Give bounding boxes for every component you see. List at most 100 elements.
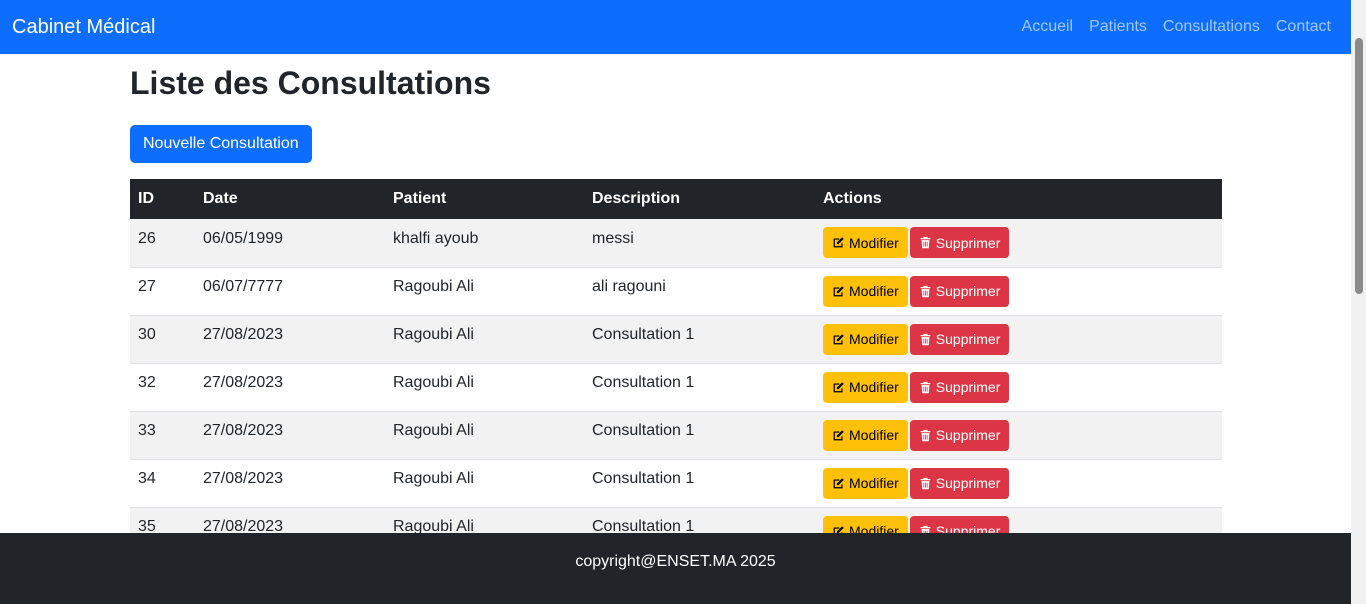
cell-patient-text: Ragoubi Ali	[393, 374, 474, 391]
edit-button-label: Modifier	[849, 283, 899, 299]
delete-button[interactable]: Supprimer	[909, 419, 1010, 451]
edit-button-label: Modifier	[849, 475, 899, 491]
cell-actions: Modifier Supprimer	[815, 459, 1222, 508]
cell-id-text: 26	[138, 229, 156, 247]
cell-date-text: 27/08/2023	[203, 422, 284, 439]
cell-date: 27/08/2023	[195, 315, 385, 364]
consultations-table: ID Date Patient Description Actions 26 06…	[130, 179, 1222, 533]
footer-copyright: copyright@ENSET.MA 2025	[575, 553, 776, 570]
new-consultation-button[interactable]: Nouvelle Consultation	[130, 125, 312, 163]
cell-description: ali ragouni	[584, 267, 815, 316]
edit-button[interactable]: Modifier	[823, 371, 908, 403]
cell-id-text: 30	[138, 326, 156, 343]
delete-button[interactable]: Supprimer	[909, 515, 1010, 533]
cell-id-text: 34	[138, 470, 156, 487]
cell-description: messi	[584, 219, 815, 268]
navbar: Cabinet Médical Accueil Patients Consult…	[0, 0, 1351, 54]
cell-description-text: Consultation 1	[592, 374, 695, 391]
cell-patient: Ragoubi Ali	[385, 411, 584, 460]
edit-icon	[832, 236, 845, 249]
cell-date: 27/08/2023	[195, 411, 385, 460]
table-row: 34 27/08/2023 Ragoubi Ali Consultation 1 Mod…	[130, 459, 1222, 508]
cell-id: 35	[130, 507, 195, 533]
cell-id: 30	[130, 315, 195, 364]
page-scrollbar[interactable]	[1351, 0, 1366, 604]
delete-button-label: Supprimer	[935, 234, 1001, 251]
cell-patient-text: Ragoubi Ali	[393, 326, 474, 343]
cell-actions: Modifier Supprimer	[815, 315, 1222, 364]
cell-actions: Modifier Supprimer	[815, 411, 1222, 460]
header-patient: Patient	[385, 179, 584, 219]
edit-button[interactable]: Modifier	[823, 323, 908, 355]
nav-link-accueil[interactable]: Accueil	[1022, 18, 1074, 36]
scrollbar-thumb[interactable]	[1355, 38, 1363, 294]
edit-icon	[832, 429, 845, 442]
cell-description: Consultation 1	[584, 459, 815, 508]
table-row: 32 27/08/2023 Ragoubi Ali Consultation 1 Mod…	[130, 363, 1222, 412]
delete-button[interactable]: Supprimer	[909, 227, 1010, 259]
edit-button-label: Modifier	[849, 523, 899, 533]
cell-patient-text: Ragoubi Ali	[393, 470, 474, 487]
cell-patient: Ragoubi Ali	[385, 507, 584, 533]
delete-button-label: Supprimer	[935, 379, 1001, 395]
cell-date: 27/08/2023	[195, 363, 385, 412]
trash-icon	[919, 525, 932, 533]
cell-patient: khalfi ayoub	[385, 219, 584, 268]
navbar-brand[interactable]: Cabinet Médical	[12, 16, 155, 39]
table-row: 33 27/08/2023 Ragoubi Ali Consultation 1 Mod…	[130, 411, 1222, 460]
cell-actions: Modifier Supprimer	[815, 267, 1222, 316]
cell-actions: Modifier Supprimer	[815, 219, 1222, 268]
trash-icon	[919, 477, 932, 490]
table-header-row: ID Date Patient Description Actions	[130, 179, 1222, 219]
header-date: Date	[195, 179, 385, 219]
delete-button[interactable]: Supprimer	[909, 323, 1010, 355]
delete-button[interactable]: Supprimer	[909, 467, 1010, 499]
edit-icon	[832, 285, 845, 298]
trash-icon	[919, 429, 932, 442]
cell-date: 27/08/2023	[195, 459, 385, 508]
cell-patient: Ragoubi Ali	[385, 315, 584, 364]
cell-description: Consultation 1	[584, 363, 815, 412]
header-description: Description	[584, 179, 815, 219]
edit-button[interactable]: Modifier	[823, 419, 908, 451]
cell-actions: Modifier Supprimer	[815, 507, 1222, 533]
cell-date-text: 06/05/1999	[203, 229, 284, 247]
edit-button-label: Modifier	[849, 331, 899, 347]
edit-button[interactable]: Modifier	[823, 275, 908, 307]
edit-button[interactable]: Modifier	[823, 515, 908, 533]
cell-id-text: 33	[138, 422, 156, 439]
cell-date-text: 27/08/2023	[203, 374, 284, 391]
nav-link-consultations[interactable]: Consultations	[1163, 18, 1260, 36]
delete-button[interactable]: Supprimer	[909, 275, 1010, 307]
table-body: 26 06/05/1999 khalfi ayoub messi Modifier Sup…	[130, 219, 1222, 533]
table-row: 30 27/08/2023 Ragoubi Ali Consultation 1 Mod…	[130, 315, 1222, 364]
header-actions: Actions	[815, 179, 1222, 219]
edit-button[interactable]: Modifier	[823, 467, 908, 499]
cell-description-text: Consultation 1	[592, 326, 695, 343]
cell-id: 34	[130, 459, 195, 508]
cell-description-text: Consultation 1	[592, 518, 695, 533]
cell-id: 33	[130, 411, 195, 460]
cell-patient-text: Ragoubi Ali	[393, 422, 474, 439]
cell-patient: Ragoubi Ali	[385, 363, 584, 412]
cell-description-text: messi	[592, 229, 634, 247]
cell-date-text: 27/08/2023	[203, 470, 284, 487]
delete-button[interactable]: Supprimer	[909, 371, 1010, 403]
cell-date: 06/07/7777	[195, 267, 385, 316]
cell-actions: Modifier Supprimer	[815, 363, 1222, 412]
cell-date-text: 27/08/2023	[203, 326, 284, 343]
table-row: 35 27/08/2023 Ragoubi Ali Consultation 1 Mod…	[130, 507, 1222, 533]
trash-icon	[919, 236, 932, 249]
trash-icon	[919, 381, 932, 394]
nav-link-patients[interactable]: Patients	[1089, 18, 1147, 36]
cell-description-text: Consultation 1	[592, 470, 695, 487]
delete-button-label: Supprimer	[935, 475, 1001, 491]
footer: copyright@ENSET.MA 2025	[0, 533, 1351, 604]
cell-patient: Ragoubi Ali	[385, 459, 584, 508]
nav-link-contact[interactable]: Contact	[1276, 18, 1331, 36]
cell-patient-text: Ragoubi Ali	[393, 518, 474, 533]
edit-button[interactable]: Modifier	[823, 227, 908, 259]
edit-button-label: Modifier	[849, 427, 899, 443]
cell-date: 06/05/1999	[195, 219, 385, 268]
cell-patient: Ragoubi Ali	[385, 267, 584, 316]
